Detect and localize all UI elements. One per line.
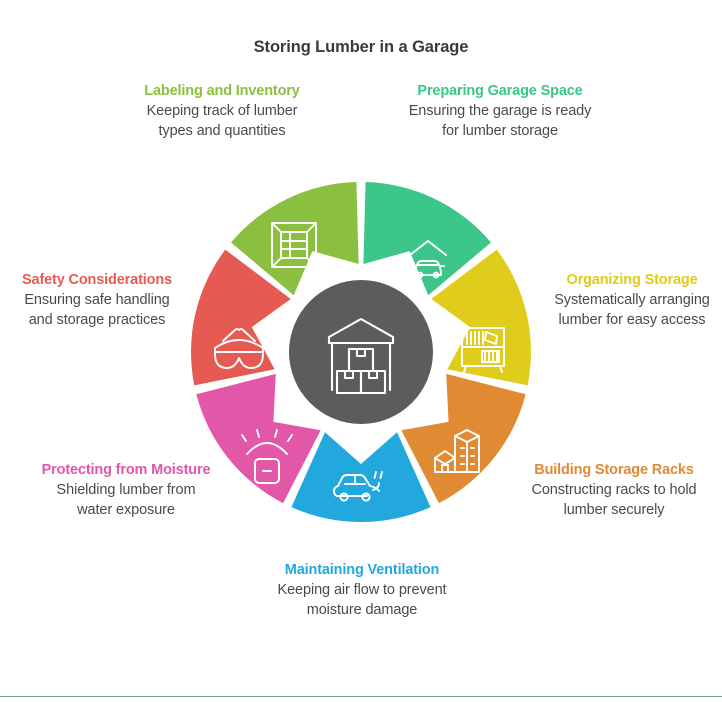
callout-maintaining-ventilation: Maintaining Ventilation Keeping air flow… xyxy=(272,561,452,620)
infographic-canvas: Storing Lumber in a Garage Preparing Gar… xyxy=(0,0,722,702)
page-title: Storing Lumber in a Garage xyxy=(253,38,469,56)
callout-title: Safety Considerations xyxy=(22,272,172,288)
center-circle xyxy=(289,280,433,424)
callout-title: Organizing Storage xyxy=(566,272,698,288)
callout-description: Ensuring safe handling and storage pract… xyxy=(24,292,170,328)
wheel-svg xyxy=(191,182,531,522)
callout-safety-considerations: Safety Considerations Ensuring safe hand… xyxy=(12,271,182,330)
callout-title: Maintaining Ventilation xyxy=(284,562,440,578)
bottom-divider xyxy=(0,696,722,697)
segmented-donut-wheel xyxy=(191,182,531,522)
callout-title: Building Storage Racks xyxy=(534,462,694,478)
callout-title: Labeling and Inventory xyxy=(144,83,300,99)
callout-description: Shielding lumber from water exposure xyxy=(56,482,196,518)
callout-description: Constructing racks to hold lumber secure… xyxy=(531,482,697,518)
callout-protecting-from-moisture: Protecting from Moisture Shielding lumbe… xyxy=(38,461,214,520)
callout-description: Keeping air flow to prevent moisture dam… xyxy=(277,582,447,618)
callout-labeling-and-inventory: Labeling and Inventory Keeping track of … xyxy=(136,82,308,141)
callout-title: Protecting from Moisture xyxy=(41,462,211,478)
callout-title: Preparing Garage Space xyxy=(417,83,583,99)
callout-description: Keeping track of lumber types and quanti… xyxy=(146,103,298,139)
callout-building-storage-racks: Building Storage Racks Constructing rack… xyxy=(522,461,706,520)
callout-description: Ensuring the garage is ready for lumber … xyxy=(408,103,592,139)
callout-preparing-garage-space: Preparing Garage Space Ensuring the gara… xyxy=(402,82,598,141)
callout-organizing-storage: Organizing Storage Systematically arrang… xyxy=(548,271,716,330)
callout-description: Systematically arranging lumber for easy… xyxy=(554,292,710,328)
